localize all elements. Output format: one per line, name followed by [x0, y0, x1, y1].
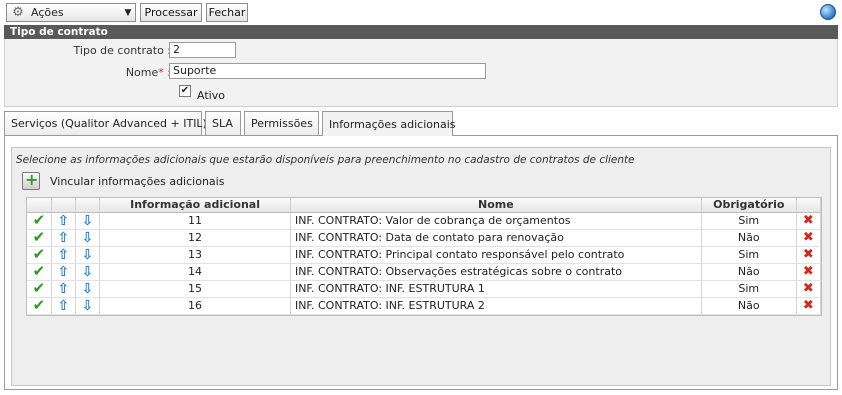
table-row: ✔ ⇧ ⇩ 14 INF. CONTRATO: Observações estr…: [27, 263, 822, 281]
cell-name: INF. CONTRATO: Observações estratégicas …: [290, 263, 702, 281]
close-button[interactable]: Fechar: [206, 3, 248, 22]
active-checkbox[interactable]: ✔: [179, 85, 191, 97]
header-blank-2: [51, 198, 76, 213]
name-label-text: Nome: [125, 66, 159, 79]
cell-required: Sim: [701, 212, 797, 230]
table-row: ✔ ⇧ ⇩ 15 INF. CONTRATO: INF. ESTRUTURA 1…: [27, 280, 822, 298]
cell-name: INF. CONTRATO: Data de contato para reno…: [290, 229, 702, 247]
table-row: ✔ ⇧ ⇩ 13 INF. CONTRATO: Principal contat…: [27, 246, 822, 264]
arrow-down-icon[interactable]: ⇩: [75, 246, 101, 264]
name-field[interactable]: Suporte: [169, 63, 486, 79]
arrow-up-icon[interactable]: ⇧: [51, 246, 76, 264]
required-mark: *: [158, 66, 164, 79]
arrow-down-icon[interactable]: ⇩: [75, 263, 101, 281]
tab-permissions[interactable]: Permissões: [244, 111, 319, 135]
header-required[interactable]: Obrigatório: [701, 198, 797, 213]
confirm-icon[interactable]: ✔: [27, 246, 52, 264]
toolbar: ⚙ Ações ▼ Processar Fechar: [4, 3, 838, 23]
tab-additional-info[interactable]: Informações adicionais: [322, 111, 456, 136]
cell-info-id: 13: [99, 246, 291, 264]
table-row: ✔ ⇧ ⇩ 12 INF. CONTRATO: Data de contato …: [27, 229, 822, 247]
delete-icon[interactable]: ✖: [796, 212, 822, 230]
cell-required: Sim: [701, 280, 797, 298]
actions-dropdown[interactable]: ⚙ Ações ▼: [6, 3, 136, 22]
delete-icon[interactable]: ✖: [796, 246, 822, 264]
cell-name: INF. CONTRATO: INF. ESTRUTURA 2: [290, 297, 702, 315]
globe-icon[interactable]: [820, 4, 836, 20]
arrow-down-icon[interactable]: ⇩: [75, 212, 101, 230]
add-link-icon[interactable]: [22, 170, 40, 190]
cell-info-id: 16: [99, 297, 291, 315]
cell-required: Sim: [701, 246, 797, 264]
arrow-up-icon[interactable]: ⇧: [51, 297, 76, 315]
confirm-icon[interactable]: ✔: [27, 263, 52, 281]
active-label: Ativo: [197, 89, 225, 102]
description-text: Selecione as informações adicionais que …: [16, 154, 635, 166]
tab-content: Selecione as informações adicionais que …: [4, 135, 838, 390]
header-info-id[interactable]: Informação adicional: [99, 198, 291, 213]
gear-icon: ⚙: [12, 5, 24, 20]
header-name[interactable]: Nome: [290, 198, 702, 213]
arrow-up-icon[interactable]: ⇧: [51, 280, 76, 298]
contract-type-field[interactable]: 2: [169, 42, 236, 58]
additional-info-panel: Selecione as informações adicionais que …: [11, 147, 831, 386]
contract-type-label: Tipo de contrato :: [73, 44, 171, 57]
table-row: ✔ ⇧ ⇩ 16 INF. CONTRATO: INF. ESTRUTURA 2…: [27, 297, 822, 315]
header-blank-1: [27, 198, 52, 213]
delete-icon[interactable]: ✖: [796, 280, 822, 298]
confirm-icon[interactable]: ✔: [27, 212, 52, 230]
link-additional-info-label[interactable]: Vincular informações adicionais: [50, 175, 224, 188]
delete-icon[interactable]: ✖: [796, 263, 822, 281]
tab-sla[interactable]: SLA: [205, 111, 241, 135]
process-button[interactable]: Processar: [140, 3, 202, 22]
name-label: Nome* :: [65, 66, 171, 79]
chevron-down-icon: ▼: [124, 7, 132, 18]
arrow-up-icon[interactable]: ⇧: [51, 263, 76, 281]
cell-info-id: 11: [99, 212, 291, 230]
table-row: ✔ ⇧ ⇩ 11 INF. CONTRATO: Valor de cobranç…: [27, 212, 822, 230]
cell-name: INF. CONTRATO: INF. ESTRUTURA 1: [290, 280, 702, 298]
cell-name: INF. CONTRATO: Principal contato respons…: [290, 246, 702, 264]
cell-required: Não: [701, 297, 797, 315]
cell-info-id: 12: [99, 229, 291, 247]
confirm-icon[interactable]: ✔: [27, 280, 52, 298]
confirm-icon[interactable]: ✔: [27, 229, 52, 247]
cell-info-id: 15: [99, 280, 291, 298]
arrow-down-icon[interactable]: ⇩: [75, 297, 101, 315]
section-header: Tipo de contrato: [4, 25, 838, 39]
arrow-down-icon[interactable]: ⇩: [75, 229, 101, 247]
delete-icon[interactable]: ✖: [796, 297, 822, 315]
cell-name: INF. CONTRATO: Valor de cobrança de orça…: [290, 212, 702, 230]
arrow-up-icon[interactable]: ⇧: [51, 229, 76, 247]
cell-info-id: 14: [99, 263, 291, 281]
header-blank-3: [75, 198, 101, 213]
tab-services[interactable]: Serviços (Qualitor Advanced + ITIL): [4, 111, 207, 135]
cell-required: Não: [701, 229, 797, 247]
actions-label: Ações: [31, 6, 64, 19]
delete-icon[interactable]: ✖: [796, 229, 822, 247]
confirm-icon[interactable]: ✔: [27, 297, 52, 315]
contract-type-form: Tipo de contrato : 2 Nome* : Suporte ✔ A…: [4, 39, 838, 107]
header-blank-4: [796, 198, 822, 213]
link-additional-info[interactable]: Vincular informações adicionais: [22, 170, 224, 190]
cell-required: Não: [701, 263, 797, 281]
arrow-up-icon[interactable]: ⇧: [51, 212, 76, 230]
additional-info-table: Informação adicional Nome Obrigatório ✔ …: [26, 197, 822, 316]
arrow-down-icon[interactable]: ⇩: [75, 280, 101, 298]
